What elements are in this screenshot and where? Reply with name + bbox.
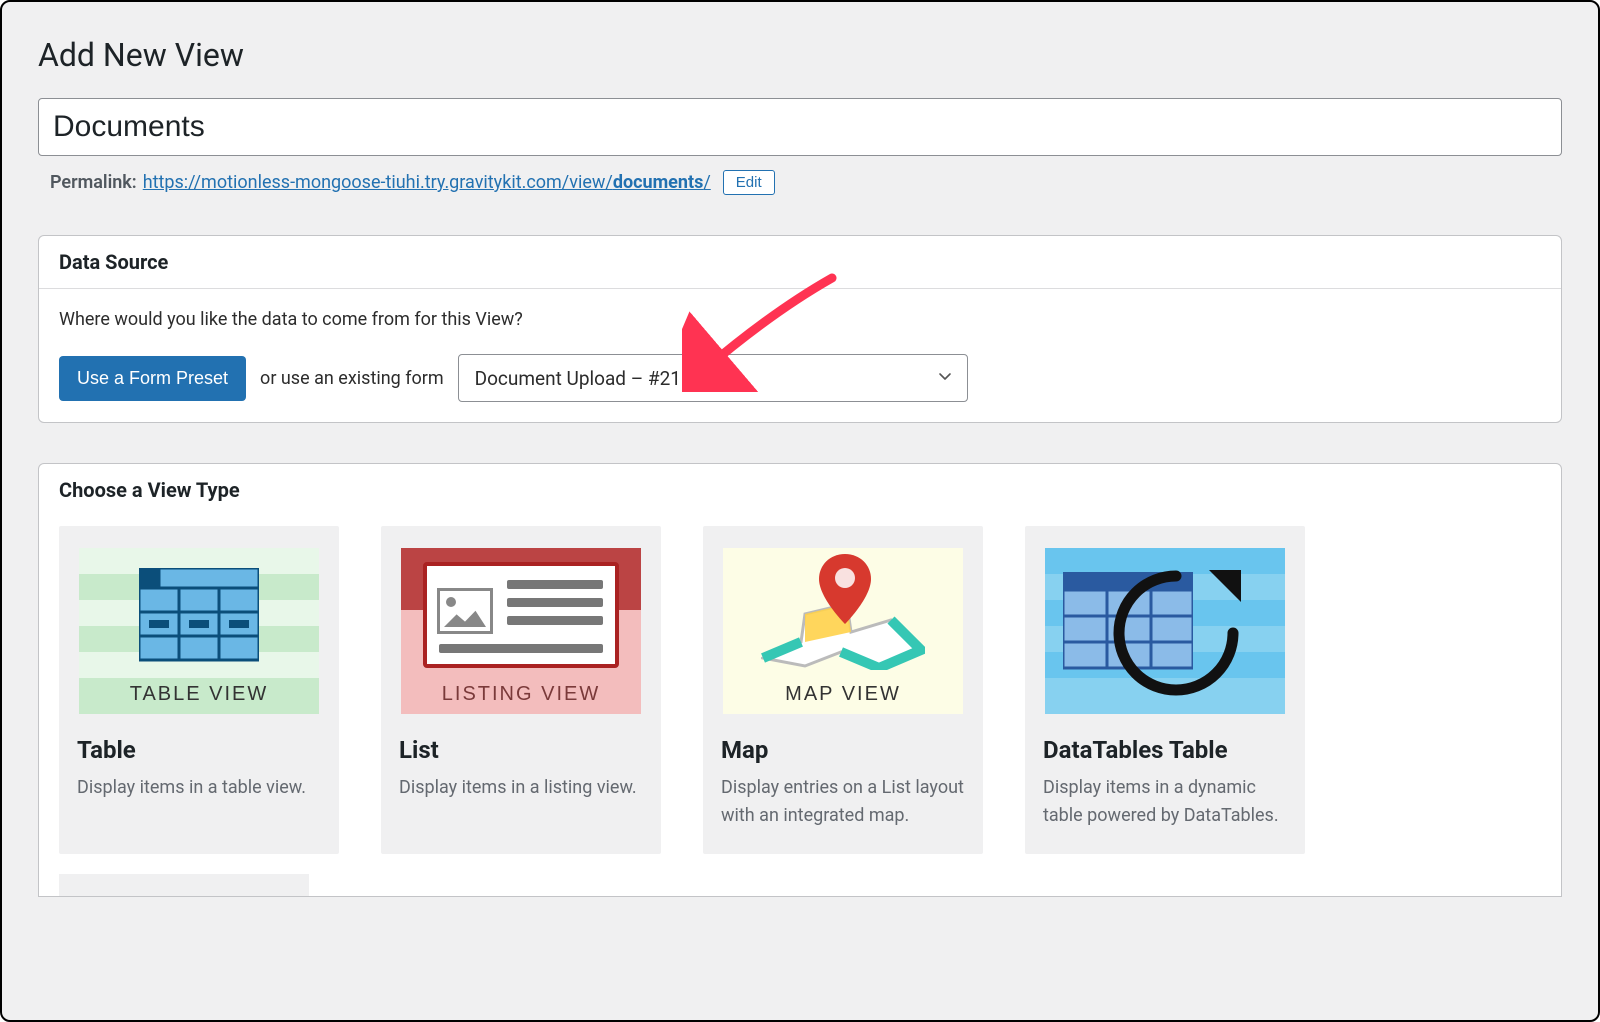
view-type-desc: Display items in a dynamic table powered… <box>1043 774 1287 830</box>
or-use-existing-text: or use an existing form <box>260 368 444 389</box>
permalink-url-prefix: https://motionless-mongoose-tiuhi.try.gr… <box>143 172 613 193</box>
view-type-panel: Choose a View Type <box>38 463 1562 897</box>
edit-permalink-button[interactable]: Edit <box>723 170 775 195</box>
permalink-link[interactable]: https://motionless-mongoose-tiuhi.try.gr… <box>143 172 711 193</box>
map-view-thumb: MAP VIEW <box>723 548 963 714</box>
listing-view-caption: LISTING VIEW <box>401 683 641 706</box>
view-type-title: Table <box>77 736 321 764</box>
map-view-caption: MAP VIEW <box>723 683 963 706</box>
view-title-input[interactable] <box>38 98 1562 156</box>
view-type-card-list[interactable]: LISTING VIEW List Display items in a lis… <box>381 526 661 854</box>
table-view-caption: TABLE VIEW <box>79 683 319 706</box>
view-type-card-placeholder <box>59 874 309 896</box>
view-type-desc: Display items in a table view. <box>77 774 321 802</box>
view-type-desc: Display entries on a List layout with an… <box>721 774 965 830</box>
existing-form-select[interactable]: Document Upload – #21 <box>458 354 968 402</box>
data-source-question: Where would you like the data to come fr… <box>59 309 1541 330</box>
permalink-slug: documents <box>613 172 704 193</box>
use-form-preset-button[interactable]: Use a Form Preset <box>59 356 246 401</box>
view-type-title: DataTables Table <box>1043 736 1287 764</box>
view-type-card-datatables[interactable]: DataTables Table Display items in a dyna… <box>1025 526 1305 854</box>
view-type-card-table[interactable]: TABLE VIEW Table Display items in a tabl… <box>59 526 339 854</box>
datatables-thumb <box>1045 548 1285 714</box>
page-title: Add New View <box>38 36 1562 74</box>
permalink-label: Permalink: <box>50 172 137 193</box>
permalink-row: Permalink: https://motionless-mongoose-t… <box>50 170 1562 195</box>
table-view-thumb: TABLE VIEW <box>79 548 319 714</box>
view-type-desc: Display items in a listing view. <box>399 774 643 802</box>
chevron-down-icon <box>937 367 953 390</box>
refresh-arrow-icon <box>1101 558 1251 708</box>
view-type-title: Map <box>721 736 965 764</box>
view-type-heading: Choose a View Type <box>39 464 1561 516</box>
data-source-panel: Data Source Where would you like the dat… <box>38 235 1562 423</box>
view-type-card-map[interactable]: MAP VIEW Map Display entries on a List l… <box>703 526 983 854</box>
view-type-title: List <box>399 736 643 764</box>
data-source-heading: Data Source <box>39 236 1561 289</box>
existing-form-selected: Document Upload – #21 <box>475 367 681 390</box>
listing-view-thumb: LISTING VIEW <box>401 548 641 714</box>
permalink-url-trail: / <box>703 172 710 193</box>
map-pin-icon <box>817 554 873 626</box>
